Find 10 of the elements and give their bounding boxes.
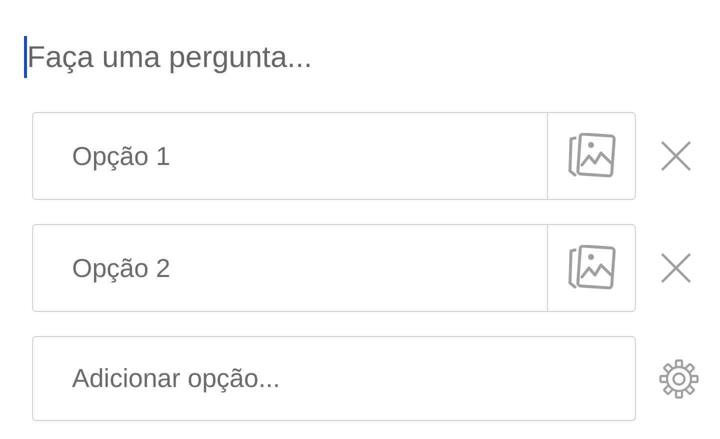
image-icon <box>566 133 616 179</box>
option-input[interactable]: Opção 1 <box>33 113 547 199</box>
option-input[interactable]: Adicionar opção... <box>33 337 635 420</box>
text-cursor <box>24 36 27 78</box>
question-field[interactable]: Faça uma pergunta... <box>27 36 527 78</box>
settings-button[interactable] <box>658 358 700 400</box>
image-icon <box>566 245 616 291</box>
option-field[interactable]: Opção 2 <box>32 224 636 312</box>
option-input[interactable]: Opção 2 <box>33 225 547 311</box>
option-field[interactable]: Opção 1 <box>32 112 636 200</box>
